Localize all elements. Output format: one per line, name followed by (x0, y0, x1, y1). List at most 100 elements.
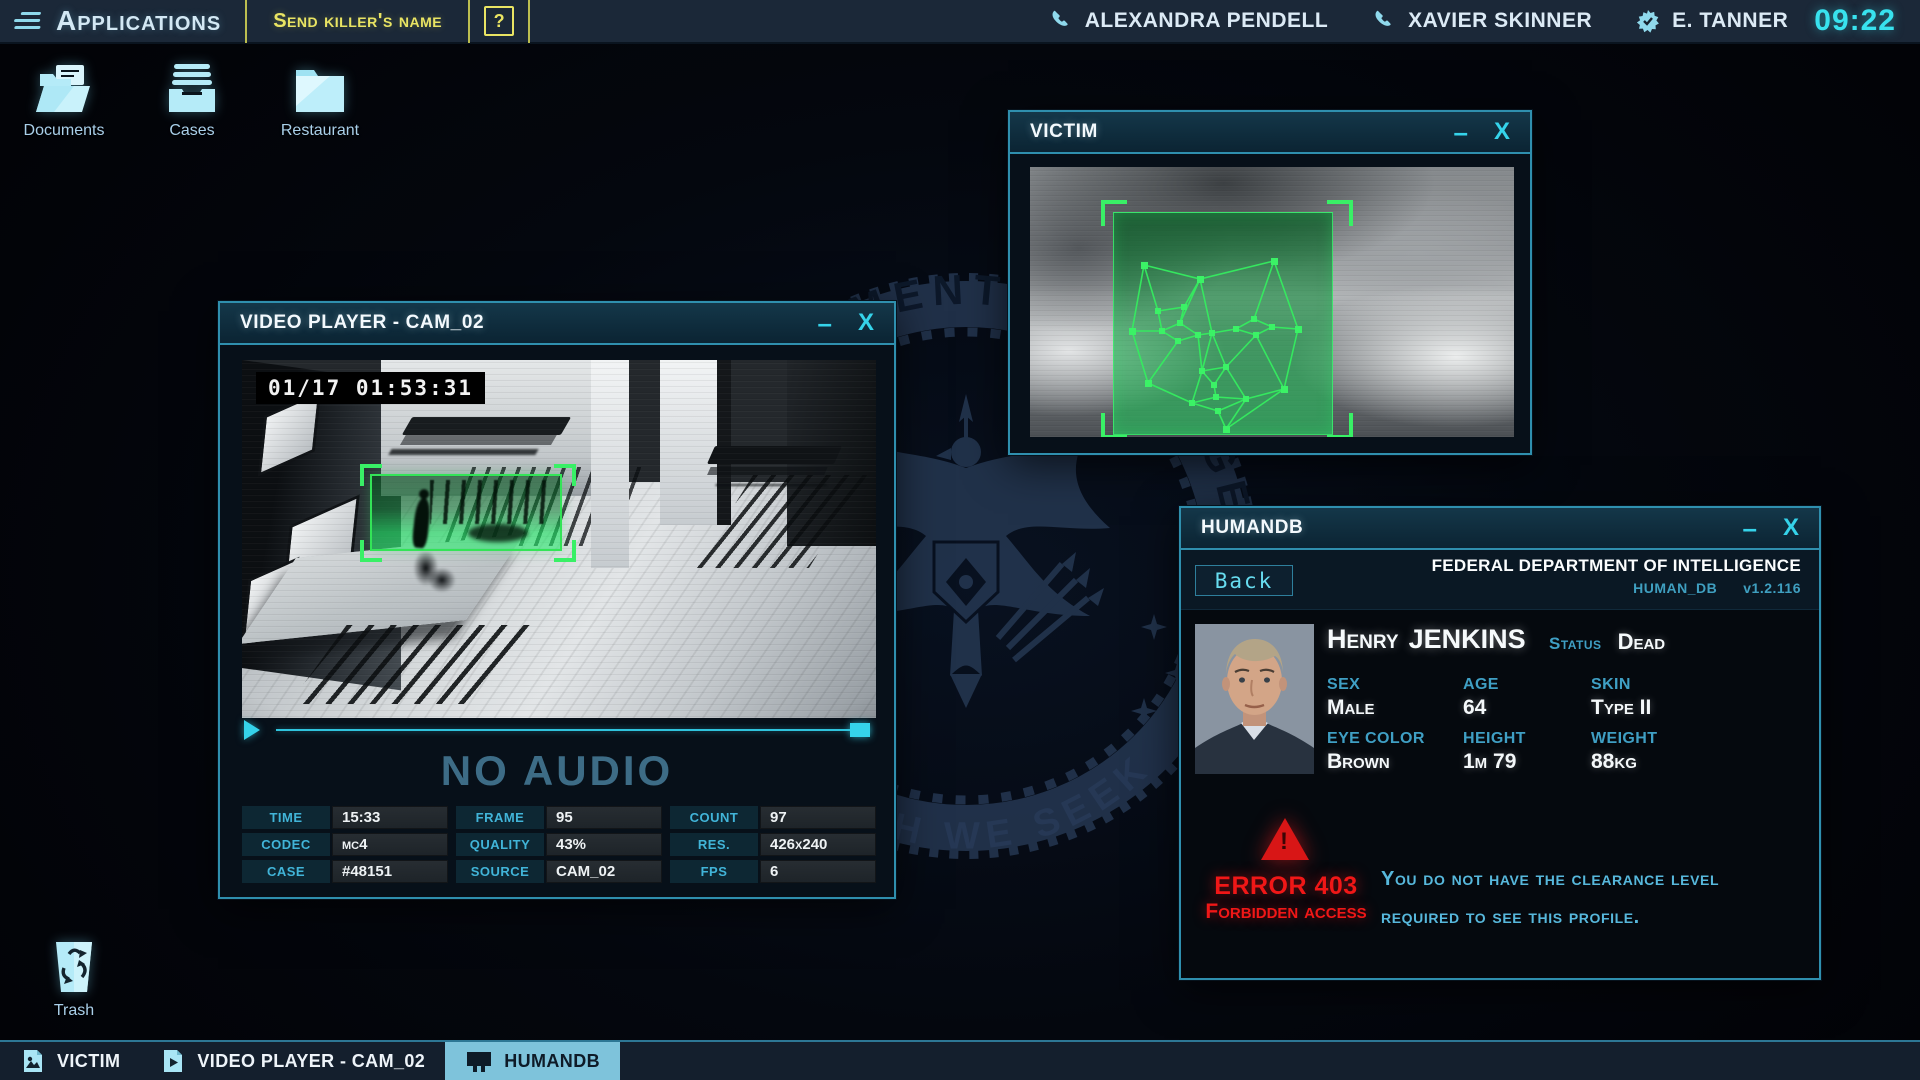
field-label-skin: SKIN (1591, 676, 1797, 694)
contact-alexandra-pendell[interactable]: ALEXANDRA PENDELL (1049, 9, 1328, 33)
field-label-eye-color: EYE COLOR (1327, 730, 1463, 748)
stat-case: CASE #48151 (242, 860, 448, 883)
face-detection-zone (1113, 212, 1333, 435)
profile-name: HenryJENKINS (1327, 624, 1526, 655)
video-timestamp: 01/17 01:53:31 (256, 372, 485, 404)
scan-bracket (1101, 413, 1127, 437)
victim-window-titlebar[interactable]: VICTIM – X (1010, 112, 1530, 154)
window-title: VIDEO PLAYER - CAM_02 (240, 312, 484, 334)
icon-label: Restaurant (281, 122, 359, 140)
taskbar-item-humandb[interactable]: HUMANDB (445, 1042, 620, 1080)
suspect-silhouette (412, 552, 458, 592)
field-label-weight: WEIGHT (1591, 730, 1797, 748)
send-killers-name-button[interactable]: Send killer's name (273, 10, 442, 33)
icon-label: Trash (54, 1002, 94, 1020)
stat-fps: FPS 6 (670, 860, 876, 883)
field-label-age: AGE (1463, 676, 1591, 694)
topbar-divider (528, 0, 530, 43)
face-mesh-overlay (1114, 213, 1334, 436)
minimize-button[interactable]: – (1454, 122, 1468, 142)
scan-bracket (360, 464, 382, 486)
topbar-divider (468, 0, 470, 43)
field-value-skin: Type II (1591, 696, 1797, 720)
victim-surveillance-still (1030, 167, 1514, 437)
humandb-window-titlebar[interactable]: HUMANDB – X (1181, 508, 1819, 550)
play-button[interactable] (244, 720, 260, 740)
desktop: DEPARTMENT INTELLIGENCE TRUTH WE SEEK (0, 0, 1920, 1080)
profile-fields: SEX AGE SKIN Male 64 Type II EYE COLOR H… (1327, 668, 1797, 774)
contact-xavier-skinner[interactable]: XAVIER SKINNER (1372, 9, 1592, 33)
org-name: FEDERAL DEPARTMENT OF INTELLIGENCE (1432, 556, 1801, 576)
no-audio-label: NO AUDIO (220, 747, 894, 795)
motion-detection-box (370, 474, 562, 551)
topbar-divider (245, 0, 247, 43)
agent-badge-icon (1636, 9, 1660, 33)
humandb-window: HUMANDB – X Back FEDERAL DEPARTMENT OF I… (1179, 506, 1821, 980)
field-value-weight: 88kg (1591, 750, 1797, 774)
minimize-button[interactable]: – (818, 313, 832, 333)
cctv-footage: 01/17 01:53:31 (242, 360, 876, 718)
icon-label: Documents (24, 122, 105, 140)
desktop-icon-documents[interactable]: Documents (12, 62, 116, 140)
hamburger-menu-icon[interactable] (12, 11, 47, 31)
desktop-icons: Documents Cases Restaurant (12, 62, 372, 140)
top-menu-bar: Applications Send killer's name ? ALEXAN… (0, 0, 1920, 44)
seek-handle[interactable] (850, 723, 870, 737)
contact-name: XAVIER SKINNER (1408, 9, 1592, 33)
db-version: v1.2.116 (1743, 580, 1801, 596)
figure-silhouette (411, 497, 431, 548)
field-value-height: 1m 79 (1463, 750, 1591, 774)
image-file-icon (20, 1048, 46, 1074)
desktop-icon-cases[interactable]: Cases (140, 62, 244, 140)
window-title: HUMANDB (1201, 517, 1303, 539)
field-label-height: HEIGHT (1463, 730, 1591, 748)
taskbar: VICTIM VIDEO PLAYER - CAM_02 HUMANDB (0, 1040, 1920, 1080)
warning-triangle-icon (1261, 818, 1309, 860)
profile-status: Status Dead (1549, 629, 1665, 655)
field-value-eye-color: Brown (1327, 750, 1463, 774)
icon-label: Cases (169, 122, 214, 140)
error-code: ERROR 403 (1181, 872, 1391, 901)
status-badge: Dead (1618, 629, 1666, 655)
agent-profile[interactable]: E. TANNER (1636, 9, 1788, 33)
back-button[interactable]: Back (1195, 565, 1293, 596)
taskbar-item-video-player[interactable]: VIDEO PLAYER - CAM_02 (140, 1042, 445, 1080)
minimize-button[interactable]: – (1743, 518, 1757, 538)
desktop-icon-restaurant[interactable]: Restaurant (268, 62, 372, 140)
taskbar-label: HUMANDB (504, 1051, 600, 1072)
scan-bracket (1327, 200, 1353, 226)
video-window-titlebar[interactable]: VIDEO PLAYER - CAM_02 – X (220, 303, 894, 345)
scan-bracket (1327, 413, 1353, 437)
taskbar-label: VIDEO PLAYER - CAM_02 (197, 1051, 425, 1072)
phone-icon (1049, 9, 1073, 33)
applications-menu[interactable]: Applications (56, 5, 221, 37)
trash-recycle-icon (51, 936, 97, 994)
close-button[interactable]: X (1783, 514, 1799, 542)
stat-time: TIME 15:33 (242, 806, 448, 829)
close-button[interactable]: X (1494, 118, 1510, 146)
agent-name: E. TANNER (1672, 9, 1788, 33)
close-button[interactable]: X (858, 309, 874, 337)
inbox-stack-icon (164, 62, 220, 114)
error-subtitle: Forbidden access (1181, 900, 1391, 924)
stat-codec: CODEC mc4 (242, 833, 448, 856)
stat-frame: FRAME 95 (456, 806, 662, 829)
window-title: VICTIM (1030, 121, 1098, 143)
video-metadata-table: TIME 15:33 FRAME 95 COUNT 97 CODEC mc4 Q… (242, 806, 876, 883)
seek-bar[interactable] (276, 729, 870, 731)
taskbar-label: VICTIM (57, 1051, 120, 1072)
folder-icon (292, 62, 348, 114)
profile-photo (1195, 624, 1314, 774)
scan-bracket (360, 540, 382, 562)
stat-quality: QUALITY 43% (456, 833, 662, 856)
help-button[interactable]: ? (484, 6, 514, 36)
phone-icon (1372, 9, 1396, 33)
open-folder-icon (34, 62, 94, 114)
desktop-icon-trash[interactable]: Trash (24, 936, 124, 1020)
field-value-sex: Male (1327, 696, 1463, 720)
scan-bracket (554, 540, 576, 562)
clearance-message: You do not have the clearance level requ… (1381, 860, 1821, 936)
stat-source: SOURCE CAM_02 (456, 860, 662, 883)
taskbar-item-victim[interactable]: VICTIM (0, 1042, 140, 1080)
db-name: HUMAN_DB (1633, 580, 1717, 596)
